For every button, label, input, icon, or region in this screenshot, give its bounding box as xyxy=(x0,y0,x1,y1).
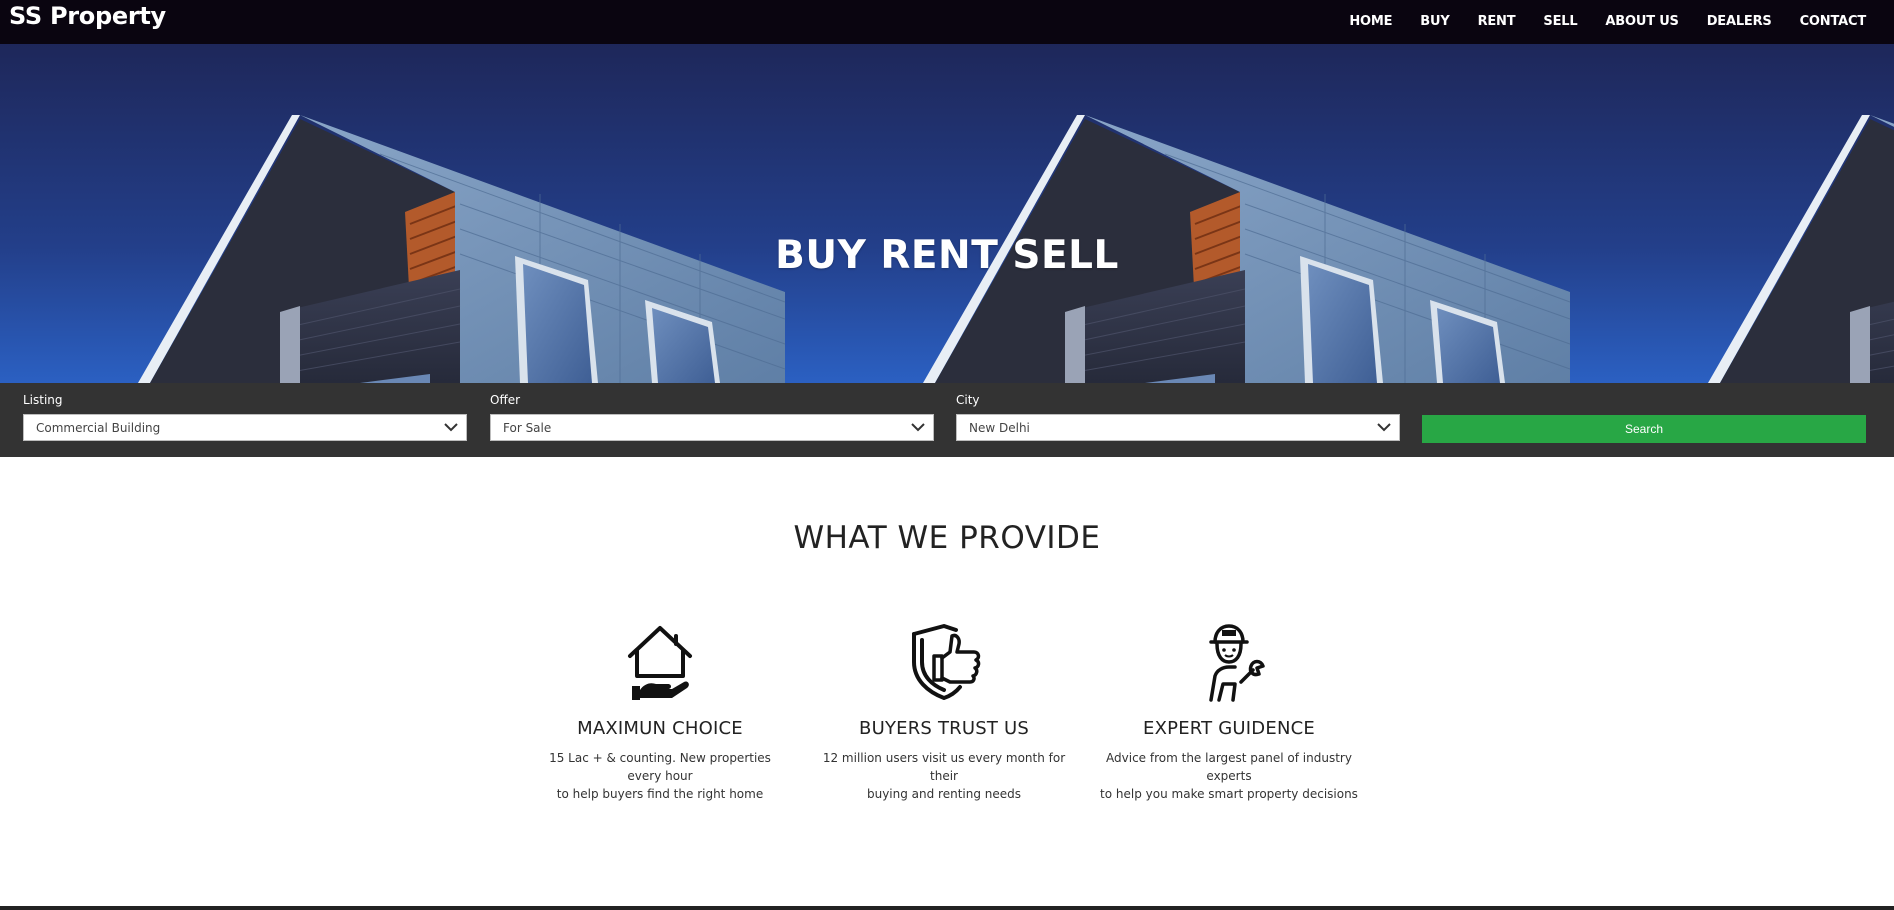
city-value: New Delhi xyxy=(969,420,1030,435)
expert-worker-icon xyxy=(1209,624,1265,702)
feature-description: Advice from the largest panel of industr… xyxy=(1094,749,1364,803)
feature-description-line: to help you make smart property decision… xyxy=(1100,787,1358,801)
provide-section-title: WHAT WE PROVIDE xyxy=(793,520,1101,556)
listing-label: Listing xyxy=(23,393,63,407)
listing-value: Commercial Building xyxy=(36,420,161,435)
offer-label: Offer xyxy=(490,393,521,407)
offer-value: For Sale xyxy=(503,420,552,435)
property-search-bar: Listing Commercial Building Offer For Sa… xyxy=(0,383,1894,457)
city-label: City xyxy=(956,393,980,407)
feature-title: MAXIMUN CHOICE xyxy=(577,718,743,739)
feature-buyers-trust: BUYERS TRUST US 12 million users visit u… xyxy=(809,622,1079,803)
nav-buy[interactable]: BUY xyxy=(1420,14,1449,29)
listing-select[interactable]: Commercial Building xyxy=(23,414,467,441)
hero-title: BUY RENT SELL xyxy=(775,233,1119,278)
feature-description: 12 million users visit us every month fo… xyxy=(809,749,1079,803)
city-select[interactable]: New Delhi xyxy=(956,414,1400,441)
feature-description-line: Advice from the largest panel of industr… xyxy=(1106,751,1352,783)
navbar: SS Property HOME BUY RENT SELL ABOUT US … xyxy=(0,0,1894,44)
feature-title: BUYERS TRUST US xyxy=(859,718,1029,739)
feature-description-line: 12 million users visit us every month fo… xyxy=(822,751,1066,783)
listing-field: Listing Commercial Building xyxy=(23,393,467,441)
hero-banner: BUY RENT SELL xyxy=(0,44,1894,383)
chevron-down-icon xyxy=(911,423,925,432)
offer-select[interactable]: For Sale xyxy=(490,414,934,441)
city-field: City New Delhi xyxy=(956,393,1400,441)
house-hand-icon xyxy=(628,626,692,700)
offer-field: Offer For Sale xyxy=(490,393,934,441)
nav-rent[interactable]: RENT xyxy=(1478,14,1516,29)
search-button[interactable]: Search xyxy=(1422,415,1866,443)
shield-thumbs-up-icon xyxy=(912,624,981,700)
feature-maximum-choice: MAXIMUN CHOICE 15 Lac + & counting. New … xyxy=(525,622,795,803)
nav-sell[interactable]: SELL xyxy=(1543,14,1577,29)
nav-about-us[interactable]: ABOUT US xyxy=(1605,14,1678,29)
nav-dealers[interactable]: DEALERS xyxy=(1707,14,1772,29)
hero-building-image xyxy=(0,44,1894,383)
brand-logo[interactable]: SS Property xyxy=(9,1,166,31)
feature-description-line: 15 Lac + & counting. New properties ever… xyxy=(549,751,771,783)
nav-home[interactable]: HOME xyxy=(1349,14,1392,29)
nav-menu: HOME BUY RENT SELL ABOUT US DEALERS CONT… xyxy=(1321,14,1866,29)
feature-title: EXPERT GUIDENCE xyxy=(1143,718,1315,739)
footer-edge xyxy=(0,906,1894,910)
chevron-down-icon xyxy=(1377,423,1391,432)
nav-contact[interactable]: CONTACT xyxy=(1800,14,1867,29)
feature-description-line: buying and renting needs xyxy=(866,787,1022,801)
feature-description-line: to help buyers find the right home xyxy=(556,787,764,801)
feature-expert-guidance: EXPERT GUIDENCE Advice from the largest … xyxy=(1094,622,1364,803)
feature-description: 15 Lac + & counting. New properties ever… xyxy=(525,749,795,803)
chevron-down-icon xyxy=(444,423,458,432)
